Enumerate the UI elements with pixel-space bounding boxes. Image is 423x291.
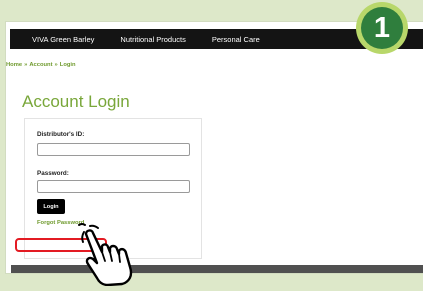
login-button[interactable]: Login	[37, 199, 65, 214]
hand-pointer-icon	[78, 223, 133, 286]
nav-item-personal-care[interactable]: Personal Care	[186, 35, 260, 44]
breadcrumb: Home» Account» Login	[6, 62, 76, 68]
website-screenshot-frame: VIVA Green Barley Nutritional Products P…	[6, 22, 423, 273]
distributor-id-input[interactable]	[37, 143, 190, 156]
nav-item-viva-green-barley[interactable]: VIVA Green Barley	[10, 35, 94, 44]
breadcrumb-account[interactable]: Account	[29, 62, 52, 68]
password-input[interactable]	[37, 180, 190, 193]
step-number: 1	[361, 7, 403, 49]
nav-item-nutritional-products[interactable]: Nutritional Products	[94, 35, 185, 44]
breadcrumb-login[interactable]: Login	[60, 62, 76, 68]
breadcrumb-home[interactable]: Home	[6, 62, 22, 68]
step-number-badge: 1	[356, 2, 408, 54]
distributor-id-label: Distributor's ID:	[37, 131, 85, 138]
breadcrumb-separator: »	[24, 62, 28, 68]
breadcrumb-separator: »	[54, 62, 58, 68]
password-label: Password:	[37, 170, 69, 177]
page-title: Account Login	[22, 92, 130, 111]
